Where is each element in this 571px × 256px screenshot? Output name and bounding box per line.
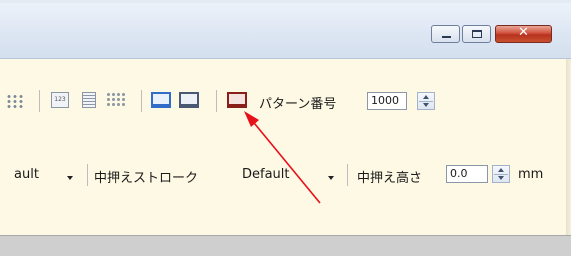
annotation-arrow-head	[244, 111, 259, 127]
annotation-arrow	[244, 111, 321, 204]
annotation-arrow-line	[249, 117, 321, 204]
